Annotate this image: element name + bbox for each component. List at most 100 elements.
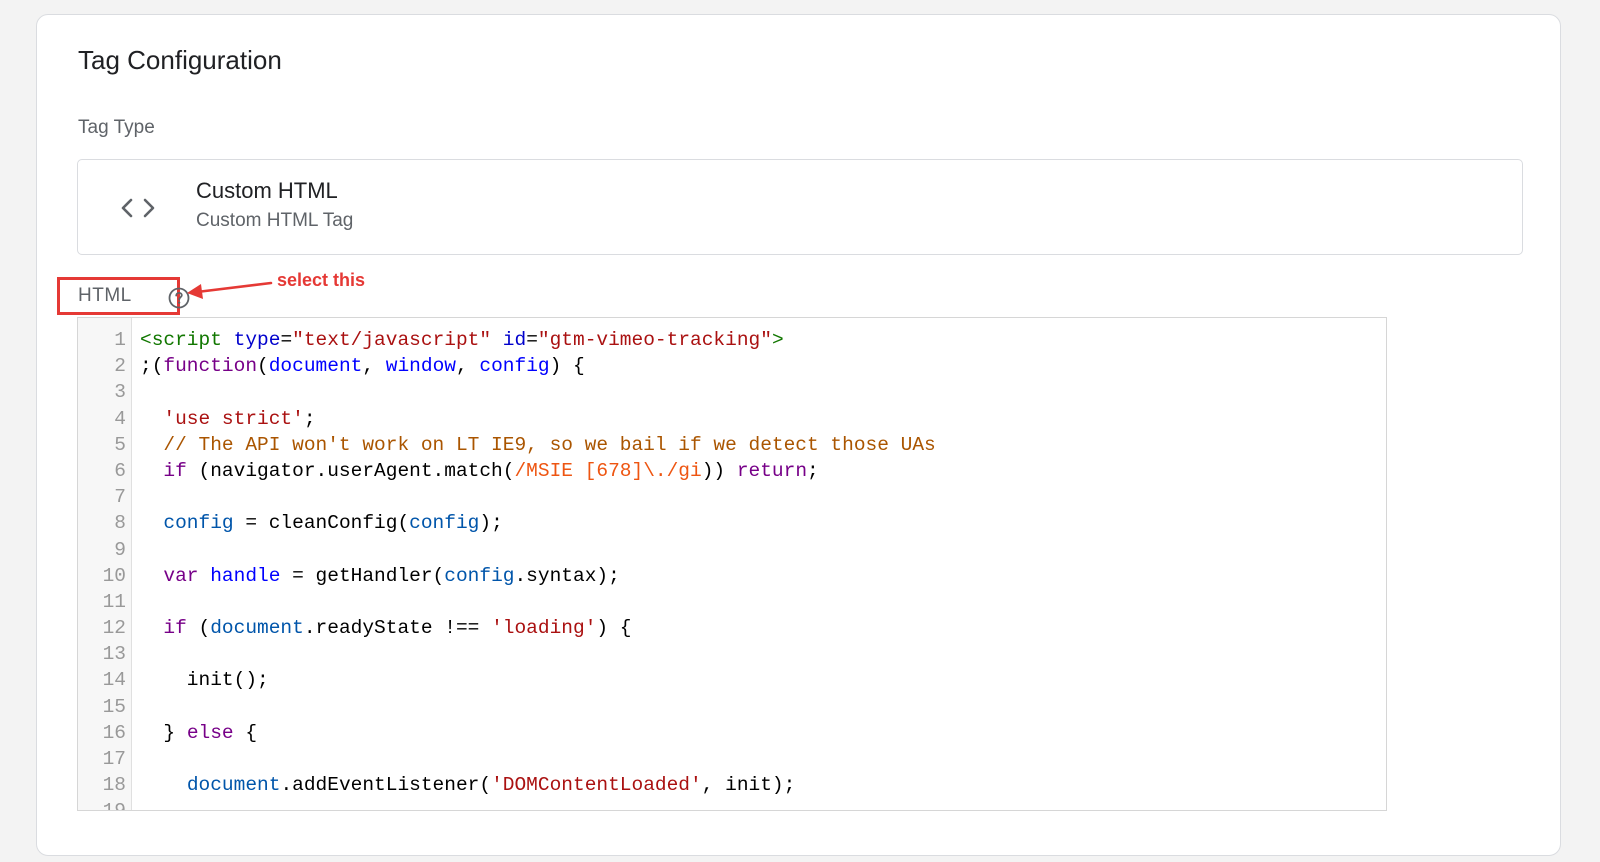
- code-line: 12 if (document.readyState !== 'loading'…: [78, 615, 1386, 641]
- tag-type-title: Custom HTML: [196, 178, 338, 203]
- code-token: window: [385, 355, 456, 378]
- line-number: 17: [102, 748, 126, 770]
- code-token: .syntax);: [514, 564, 620, 587]
- code-token: (navigator.userAgent.match(: [186, 459, 515, 482]
- html-code-editor[interactable]: 1 <script type="text/javascript" id="gtm-…: [77, 317, 1387, 811]
- code-token: ,: [362, 355, 386, 378]
- code-token: "text/javascript": [292, 329, 492, 351]
- code-token: if: [163, 617, 187, 640]
- code-line: 16 } else {: [78, 720, 1386, 746]
- tag-type-selector[interactable]: Custom HTML Custom HTML Tag: [77, 159, 1523, 255]
- code-token: ) {: [549, 355, 585, 378]
- code-token: document: [268, 355, 363, 378]
- line-number: 14: [102, 669, 126, 692]
- code-token: init();: [140, 669, 269, 692]
- code-token: function: [163, 355, 258, 378]
- code-line: 14 init();: [78, 667, 1386, 693]
- code-line: 17: [78, 746, 1386, 772]
- code-token: type: [233, 329, 281, 351]
- code-text: // The API won't work on LT IE9, so we b…: [140, 432, 936, 458]
- code-token: 'DOMContentLoaded': [491, 774, 702, 797]
- code-text: 'use strict';: [140, 406, 316, 432]
- code-token: else: [186, 721, 234, 744]
- html-field-label-highlight: HTML: [57, 277, 190, 315]
- code-text: } else {: [140, 720, 257, 746]
- code-token: (: [186, 617, 211, 640]
- code-token: ;(: [140, 355, 164, 378]
- code-token: >: [771, 329, 784, 351]
- code-token: /MSIE [678]\./gi: [514, 459, 702, 482]
- code-text: ;(function(document, window, config) {: [140, 353, 585, 379]
- tag-configuration-card: Tag Configuration Tag Type Custom HTML C…: [36, 14, 1561, 856]
- code-token: id: [502, 329, 527, 351]
- code-line: 18 document.addEventListener('DOMContent…: [78, 772, 1386, 798]
- code-token: (: [257, 355, 269, 378]
- line-number: 15: [102, 695, 126, 718]
- line-number: 19: [78, 798, 126, 810]
- code-token: 'loading': [491, 617, 597, 640]
- code-token: =: [526, 329, 538, 351]
- line-number: 12: [102, 617, 126, 640]
- code-token: config: [163, 512, 234, 535]
- code-brackets-icon: [118, 190, 158, 226]
- line-number: 2: [114, 355, 126, 378]
- code-token: document: [186, 774, 281, 797]
- code-token: <script: [140, 329, 234, 351]
- code-token: {: [233, 721, 258, 744]
- code-line: 4 'use strict';: [78, 406, 1386, 432]
- code-line: 13: [78, 641, 1386, 667]
- annotation-arrow: [187, 281, 273, 299]
- code-token: 'use strict': [163, 407, 304, 430]
- code-lines: 1 <script type="text/javascript" id="gtm-…: [78, 327, 1386, 810]
- code-token: ) {: [596, 617, 632, 640]
- code-token: if: [163, 459, 187, 482]
- line-number: 3: [114, 381, 126, 404]
- code-line: 11: [78, 589, 1386, 615]
- code-token: document: [210, 617, 304, 640]
- code-line: 2 ;(function(document, window, config) {: [78, 353, 1386, 379]
- line-number: 5: [114, 433, 126, 456]
- code-line: 19: [78, 798, 1386, 810]
- code-token: return: [736, 459, 808, 482]
- code-token: config: [444, 564, 515, 587]
- code-token: ;: [807, 459, 819, 482]
- code-text: var handle = getHandler(config.syntax);: [140, 563, 620, 589]
- code-text: document.addEventListener('DOMContentLoa…: [140, 772, 796, 798]
- line-number: 11: [102, 590, 126, 613]
- code-line: 10 var handle = getHandler(config.syntax…: [78, 563, 1386, 589]
- code-line: 9: [78, 537, 1386, 563]
- code-line: 7: [78, 484, 1386, 510]
- code-token: , init);: [701, 774, 796, 797]
- code-token: )): [701, 459, 737, 482]
- code-token: = getHandler(: [280, 564, 445, 587]
- code-token: }: [140, 721, 187, 744]
- code-token: handle: [210, 564, 281, 587]
- code-token: // The API won't work on LT IE9, so we b…: [163, 433, 936, 456]
- code-text: if (navigator.userAgent.match(/MSIE [678…: [140, 458, 819, 484]
- line-number: 13: [102, 643, 126, 666]
- code-text: <script type="text/javascript" id="gtm-v…: [140, 327, 784, 353]
- tag-type-subtitle: Custom HTML Tag: [196, 210, 354, 231]
- code-line: 5 // The API won't work on LT IE9, so we…: [78, 432, 1386, 458]
- code-token: ;: [303, 407, 316, 430]
- html-field-label: HTML: [78, 285, 132, 306]
- code-token: config: [409, 512, 480, 535]
- line-number: 8: [114, 512, 126, 535]
- line-number: 1: [114, 329, 126, 351]
- code-line: 1 <script type="text/javascript" id="gtm-…: [78, 327, 1386, 353]
- code-text: config = cleanConfig(config);: [140, 510, 502, 536]
- tag-type-label: Tag Type: [78, 117, 155, 138]
- annotation-text: select this: [277, 270, 366, 290]
- code-line: 15: [78, 694, 1386, 720]
- line-number: 10: [102, 564, 126, 587]
- card-title: Tag Configuration: [78, 45, 282, 75]
- code-token: =: [280, 329, 293, 351]
